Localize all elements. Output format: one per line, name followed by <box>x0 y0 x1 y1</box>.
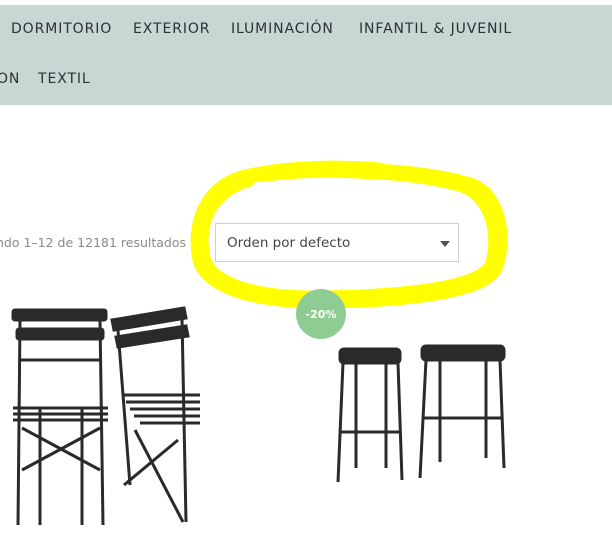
nav-item-iluminacion[interactable]: ILUMINACIÓN <box>231 21 334 37</box>
orderby-select[interactable]: Orden por defecto <box>215 223 459 262</box>
nav-item-infantil-juvenil[interactable]: INFANTIL & JUVENIL <box>359 21 512 37</box>
nav-item-exterior[interactable]: EXTERIOR <box>133 21 210 37</box>
nav-item-dormitorio[interactable]: DORMITORIO <box>11 21 112 37</box>
chevron-down-icon <box>440 241 450 247</box>
main-navigation: DORMITORIO EXTERIOR ILUMINACIÓN INFANTIL… <box>0 5 612 105</box>
nav-item-textil[interactable]: TEXTIL <box>38 71 91 87</box>
orderby-selected-value: Orden por defecto <box>227 235 351 251</box>
folding-chairs-image[interactable] <box>0 300 200 533</box>
nav-item-partial[interactable]: ON <box>0 71 20 87</box>
bar-stools-image[interactable] <box>326 340 516 490</box>
result-count: ndo 1–12 de 12181 resultados <box>0 235 187 250</box>
sale-badge-label: -20% <box>305 307 337 321</box>
sale-badge: -20% <box>296 289 346 339</box>
